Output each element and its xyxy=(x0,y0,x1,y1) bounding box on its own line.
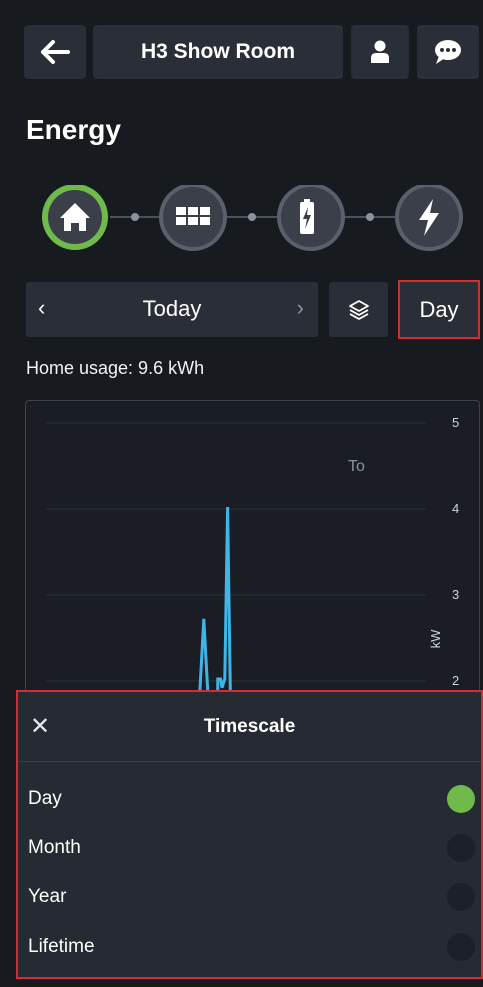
timescale-option-day[interactable]: Day xyxy=(28,774,481,824)
grid-flow-button[interactable] xyxy=(395,185,463,251)
solar-flow-button[interactable] xyxy=(159,185,227,251)
radio-unselected[interactable] xyxy=(447,933,475,961)
timescale-option-month[interactable]: Month xyxy=(28,823,481,873)
date-label[interactable]: Today xyxy=(26,296,318,322)
next-date-button[interactable]: › xyxy=(297,295,304,321)
series-line xyxy=(197,506,232,700)
timescale-option-year[interactable]: Year xyxy=(28,872,481,922)
timescale-option-lifetime[interactable]: Lifetime xyxy=(28,922,481,972)
timescale-button-label: Day xyxy=(419,296,459,322)
y-tick-label: 2 xyxy=(452,673,459,688)
battery-flow-button[interactable] xyxy=(277,185,345,251)
chart-canvas: 5 4 3 2 kW To xyxy=(46,415,459,700)
legend-partial-label: To xyxy=(348,458,365,475)
y-tick-label: 3 xyxy=(452,587,459,602)
radio-unselected[interactable] xyxy=(447,834,475,862)
home-flow-button[interactable] xyxy=(42,185,108,250)
site-title-button[interactable]: H3 Show Room xyxy=(93,25,343,79)
sheet-header: ✕ Timescale xyxy=(18,692,481,762)
top-bar: H3 Show Room xyxy=(24,25,479,79)
radio-unselected[interactable] xyxy=(447,883,475,911)
option-label: Year xyxy=(28,886,67,907)
sheet-title: Timescale xyxy=(203,716,296,737)
battery-icon xyxy=(300,199,314,234)
home-usage-text: Home usage: 9.6 kWh xyxy=(26,358,205,378)
site-title: H3 Show Room xyxy=(140,40,295,63)
chat-icon xyxy=(435,40,461,64)
user-icon xyxy=(371,40,389,63)
timescale-sheet: ✕ Timescale Day Month Year Lifetime xyxy=(16,690,483,979)
layers-icon xyxy=(348,299,369,320)
account-button[interactable] xyxy=(351,25,409,79)
energy-chart: 5 4 3 2 kW To xyxy=(25,400,480,700)
timescale-button[interactable]: Day xyxy=(398,280,480,339)
energy-flow-nav xyxy=(42,185,463,251)
option-label: Lifetime xyxy=(28,936,95,957)
date-navigator: ‹ Today › xyxy=(26,282,318,337)
chat-button[interactable] xyxy=(417,25,479,79)
radio-selected[interactable] xyxy=(447,785,475,813)
y-tick-label: 5 xyxy=(452,415,459,430)
option-label: Month xyxy=(28,837,81,858)
page-title: Energy xyxy=(26,114,121,145)
arrow-left-icon xyxy=(41,40,70,64)
option-label: Day xyxy=(28,788,62,809)
y-axis-label: kW xyxy=(428,629,443,649)
back-button[interactable] xyxy=(24,25,86,79)
y-tick-label: 4 xyxy=(452,501,459,516)
layers-button[interactable] xyxy=(329,282,388,337)
